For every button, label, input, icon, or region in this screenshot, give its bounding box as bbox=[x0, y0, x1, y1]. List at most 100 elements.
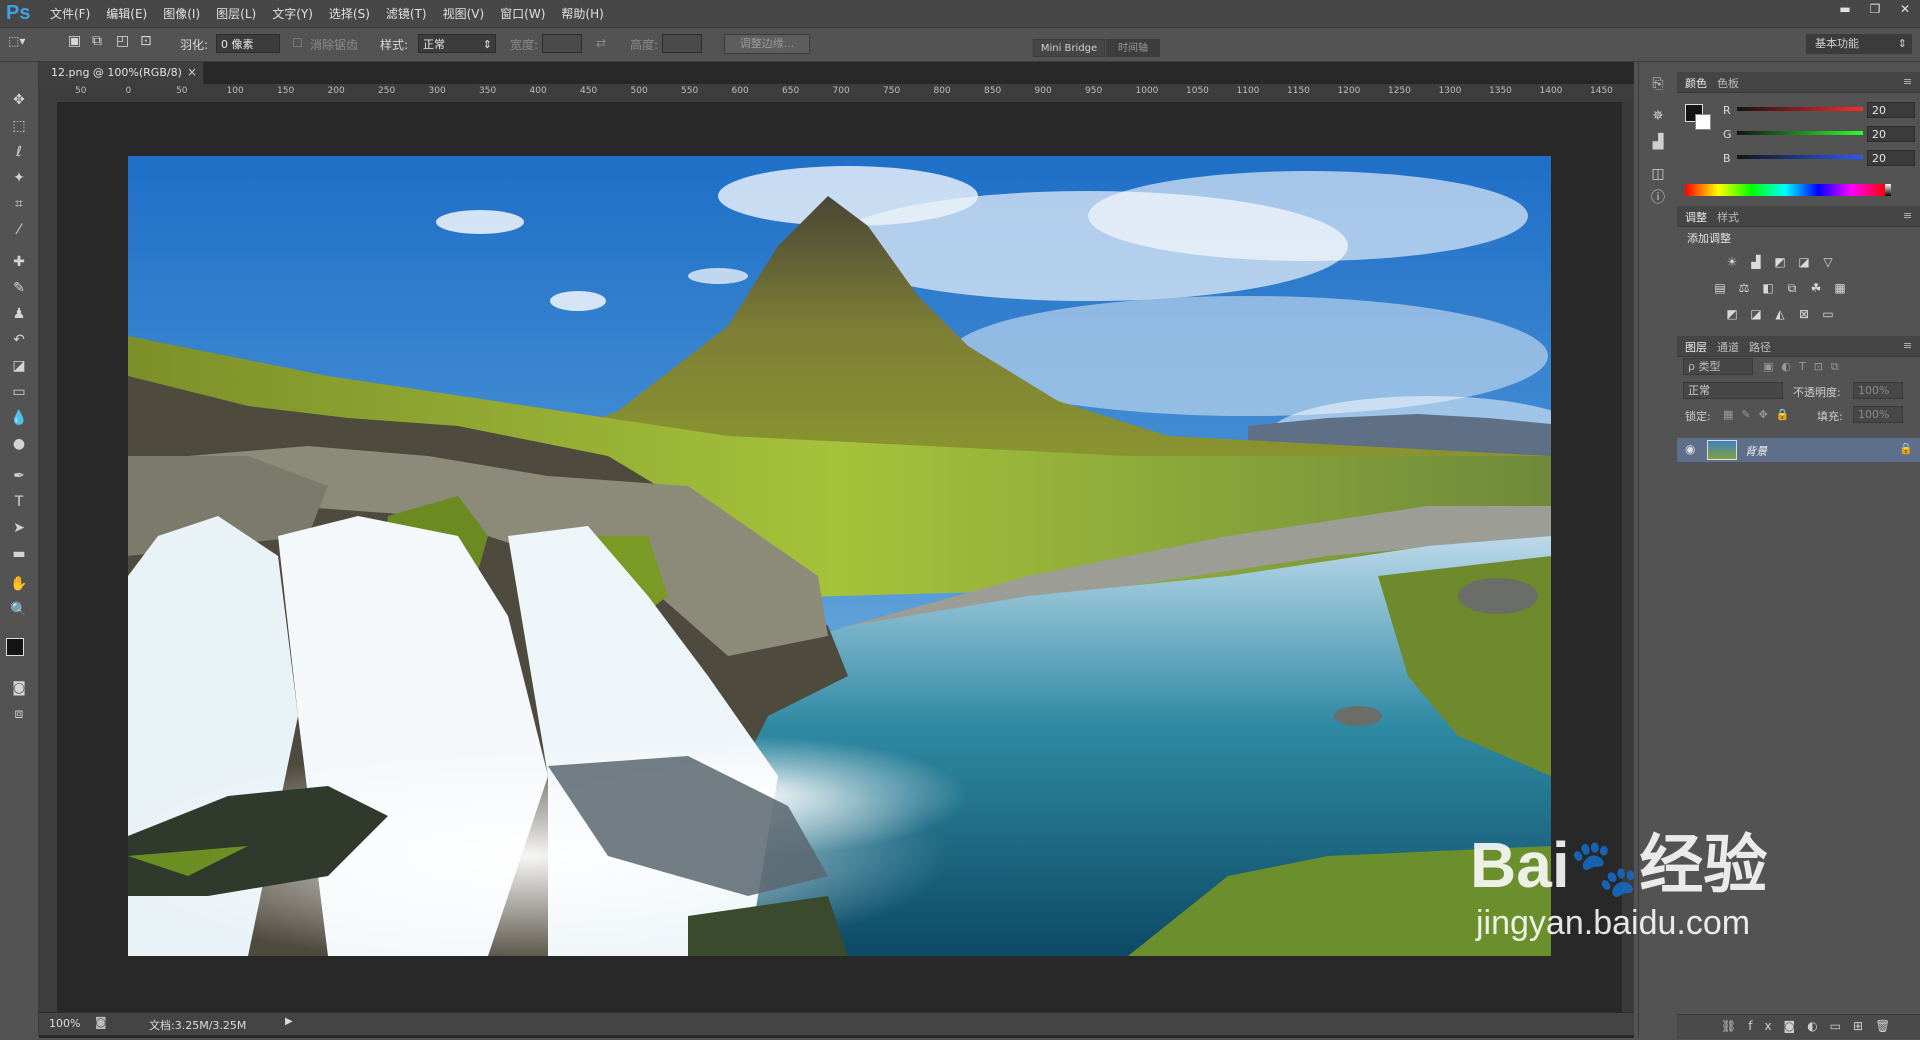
status-menu-icon[interactable]: ◙ bbox=[95, 1015, 107, 1029]
antialias-checkbox-icon[interactable]: ☐ bbox=[292, 36, 303, 50]
menu-filter[interactable]: 滤镜(T) bbox=[378, 5, 435, 22]
history-panel-icon[interactable]: ⎘ bbox=[1648, 74, 1668, 94]
threshold-icon[interactable]: ◭ bbox=[1771, 306, 1789, 322]
channel-r-input[interactable]: 20 bbox=[1867, 102, 1915, 118]
zoom-level[interactable]: 100% bbox=[49, 1017, 80, 1030]
spectrum-bw-bar[interactable] bbox=[1885, 184, 1891, 196]
channel-g-slider[interactable] bbox=[1737, 131, 1863, 135]
layer-name[interactable]: 背景 bbox=[1745, 443, 1767, 459]
dodge-tool-icon[interactable]: ● bbox=[8, 434, 30, 454]
status-arrow-icon[interactable]: ▶ bbox=[285, 1016, 293, 1027]
visibility-eye-icon[interactable]: ◉ bbox=[1685, 442, 1695, 456]
channel-mixer-icon[interactable]: ☘ bbox=[1807, 280, 1825, 296]
channel-g-input[interactable]: 20 bbox=[1867, 126, 1915, 142]
close-button[interactable]: ✕ bbox=[1890, 0, 1920, 18]
marquee-preset-icon[interactable]: ⬚▾ bbox=[8, 34, 25, 48]
channel-r-slider[interactable] bbox=[1737, 107, 1863, 111]
screen-mode-icon[interactable]: ⧈ bbox=[8, 704, 30, 724]
color-background-swatch[interactable] bbox=[1695, 114, 1711, 130]
color-lookup-icon[interactable]: ▦ bbox=[1831, 280, 1849, 296]
menu-layer[interactable]: 图层(L) bbox=[208, 5, 264, 22]
canvas-image[interactable] bbox=[128, 156, 1551, 956]
history-brush-tool-icon[interactable]: ↶ bbox=[8, 330, 30, 350]
layer-kind-filter[interactable]: ρ 类型 bbox=[1683, 358, 1753, 375]
panel-menu-icon[interactable]: ≡ bbox=[1903, 209, 1912, 222]
tab-swatches[interactable]: 色板 bbox=[1717, 75, 1739, 91]
foreground-color-swatch[interactable] bbox=[6, 638, 24, 656]
pen-tool-icon[interactable]: ✒ bbox=[8, 466, 30, 486]
lasso-tool-icon[interactable]: ℓ bbox=[8, 142, 30, 162]
brightness-icon[interactable]: ☀ bbox=[1723, 254, 1741, 270]
tab-color[interactable]: 颜色 bbox=[1685, 75, 1707, 91]
document-close-icon[interactable]: × bbox=[187, 65, 197, 79]
new-selection-icon[interactable]: ▣ bbox=[68, 33, 81, 49]
eyedropper-tool-icon[interactable]: ⁄ bbox=[8, 220, 30, 240]
channel-b-input[interactable]: 20 bbox=[1867, 150, 1915, 166]
brush-tool-icon[interactable]: ✎ bbox=[8, 278, 30, 298]
menu-window[interactable]: 窗口(W) bbox=[492, 5, 553, 22]
layer-row-background[interactable]: ◉ 背景 🔒 bbox=[1677, 438, 1920, 462]
style-select[interactable]: 正常 ⇕ bbox=[418, 34, 496, 53]
hand-tool-icon[interactable]: ✋ bbox=[8, 574, 30, 594]
gradient-tool-icon[interactable]: ▭ bbox=[8, 382, 30, 402]
vertical-ruler[interactable] bbox=[39, 102, 58, 1012]
color-spectrum-bar[interactable] bbox=[1685, 184, 1885, 196]
blend-mode-select[interactable]: 正常 bbox=[1683, 382, 1783, 399]
rectangle-tool-icon[interactable]: ▬ bbox=[8, 544, 30, 564]
feather-input[interactable]: 0 像素 bbox=[216, 34, 280, 53]
move-tool-icon[interactable]: ✥ bbox=[8, 90, 30, 110]
lock-icons[interactable]: ▦✎✥🔒 bbox=[1723, 408, 1798, 421]
height-input[interactable] bbox=[662, 34, 702, 53]
black-white-icon[interactable]: ◧ bbox=[1759, 280, 1777, 296]
refine-edge-button[interactable]: 调整边缘... bbox=[724, 34, 810, 54]
exposure-icon[interactable]: ◪ bbox=[1795, 254, 1813, 270]
menu-image[interactable]: 图像(I) bbox=[155, 5, 208, 22]
blur-tool-icon[interactable]: 💧 bbox=[8, 408, 30, 428]
minimize-button[interactable]: ▬ bbox=[1830, 0, 1860, 18]
hue-saturation-icon[interactable]: ▤ bbox=[1711, 280, 1729, 296]
type-tool-icon[interactable]: T bbox=[8, 492, 30, 512]
zoom-tool-icon[interactable]: 🔍 bbox=[8, 600, 30, 620]
fill-input[interactable]: 100% bbox=[1853, 406, 1903, 423]
curves-icon[interactable]: ◩ bbox=[1771, 254, 1789, 270]
properties-panel-icon[interactable]: ◫ bbox=[1648, 164, 1668, 184]
tab-layers[interactable]: 图层 bbox=[1685, 339, 1707, 355]
tab-paths[interactable]: 路径 bbox=[1749, 339, 1771, 355]
menu-type[interactable]: 文字(Y) bbox=[264, 5, 321, 22]
layer-filter-icons[interactable]: ▣◐T⊡⧉ bbox=[1763, 360, 1847, 374]
menu-select[interactable]: 选择(S) bbox=[321, 5, 378, 22]
path-selection-tool-icon[interactable]: ➤ bbox=[8, 518, 30, 538]
menu-help[interactable]: 帮助(H) bbox=[553, 5, 611, 22]
photo-filter-icon[interactable]: ⧉ bbox=[1783, 280, 1801, 296]
timeline-tab[interactable]: 时间轴 bbox=[1106, 39, 1160, 57]
document-tab[interactable]: 12.png @ 100%(RGB/8) × bbox=[39, 62, 204, 84]
info-panel-icon[interactable]: ⓘ bbox=[1648, 188, 1668, 208]
menu-view[interactable]: 视图(V) bbox=[435, 5, 493, 22]
menu-file[interactable]: 文件(F) bbox=[42, 5, 98, 22]
invert-icon[interactable]: ◩ bbox=[1723, 306, 1741, 322]
tab-channels[interactable]: 通道 bbox=[1717, 339, 1739, 355]
swap-icon[interactable]: ⇄ bbox=[596, 36, 606, 50]
tab-styles[interactable]: 样式 bbox=[1717, 209, 1739, 225]
levels-icon[interactable]: ▟ bbox=[1747, 254, 1765, 270]
magic-wand-tool-icon[interactable]: ✦ bbox=[8, 168, 30, 188]
add-selection-icon[interactable]: ⧉ bbox=[92, 33, 102, 49]
tab-adjustments[interactable]: 调整 bbox=[1685, 209, 1707, 225]
marquee-tool-icon[interactable]: ⬚ bbox=[8, 116, 30, 136]
panel-menu-icon[interactable]: ≡ bbox=[1903, 75, 1912, 88]
quick-mask-icon[interactable]: ◙ bbox=[8, 678, 30, 698]
posterize-icon[interactable]: ◪ bbox=[1747, 306, 1765, 322]
gradient-map-icon[interactable]: ▭ bbox=[1819, 306, 1837, 322]
intersect-selection-icon[interactable]: ⊡ bbox=[140, 33, 152, 49]
layers-footer-icons[interactable]: ⛓fx◙◐▭⊞🗑 bbox=[1721, 1019, 1902, 1033]
selective-color-icon[interactable]: ⊠ bbox=[1795, 306, 1813, 322]
eraser-tool-icon[interactable]: ◪ bbox=[8, 356, 30, 376]
width-input[interactable] bbox=[542, 34, 582, 53]
clone-stamp-tool-icon[interactable]: ♟ bbox=[8, 304, 30, 324]
opacity-input[interactable]: 100% bbox=[1853, 382, 1903, 399]
histogram-panel-icon[interactable]: ▟ bbox=[1648, 132, 1668, 152]
navigator-panel-icon[interactable]: ✵ bbox=[1648, 106, 1668, 126]
horizontal-ruler[interactable]: 50 0 50 100 150 200 250 300 350 400 450 500 550 600 65… bbox=[59, 84, 1634, 103]
channel-b-slider[interactable] bbox=[1737, 155, 1863, 159]
color-balance-icon[interactable]: ⚖ bbox=[1735, 280, 1753, 296]
